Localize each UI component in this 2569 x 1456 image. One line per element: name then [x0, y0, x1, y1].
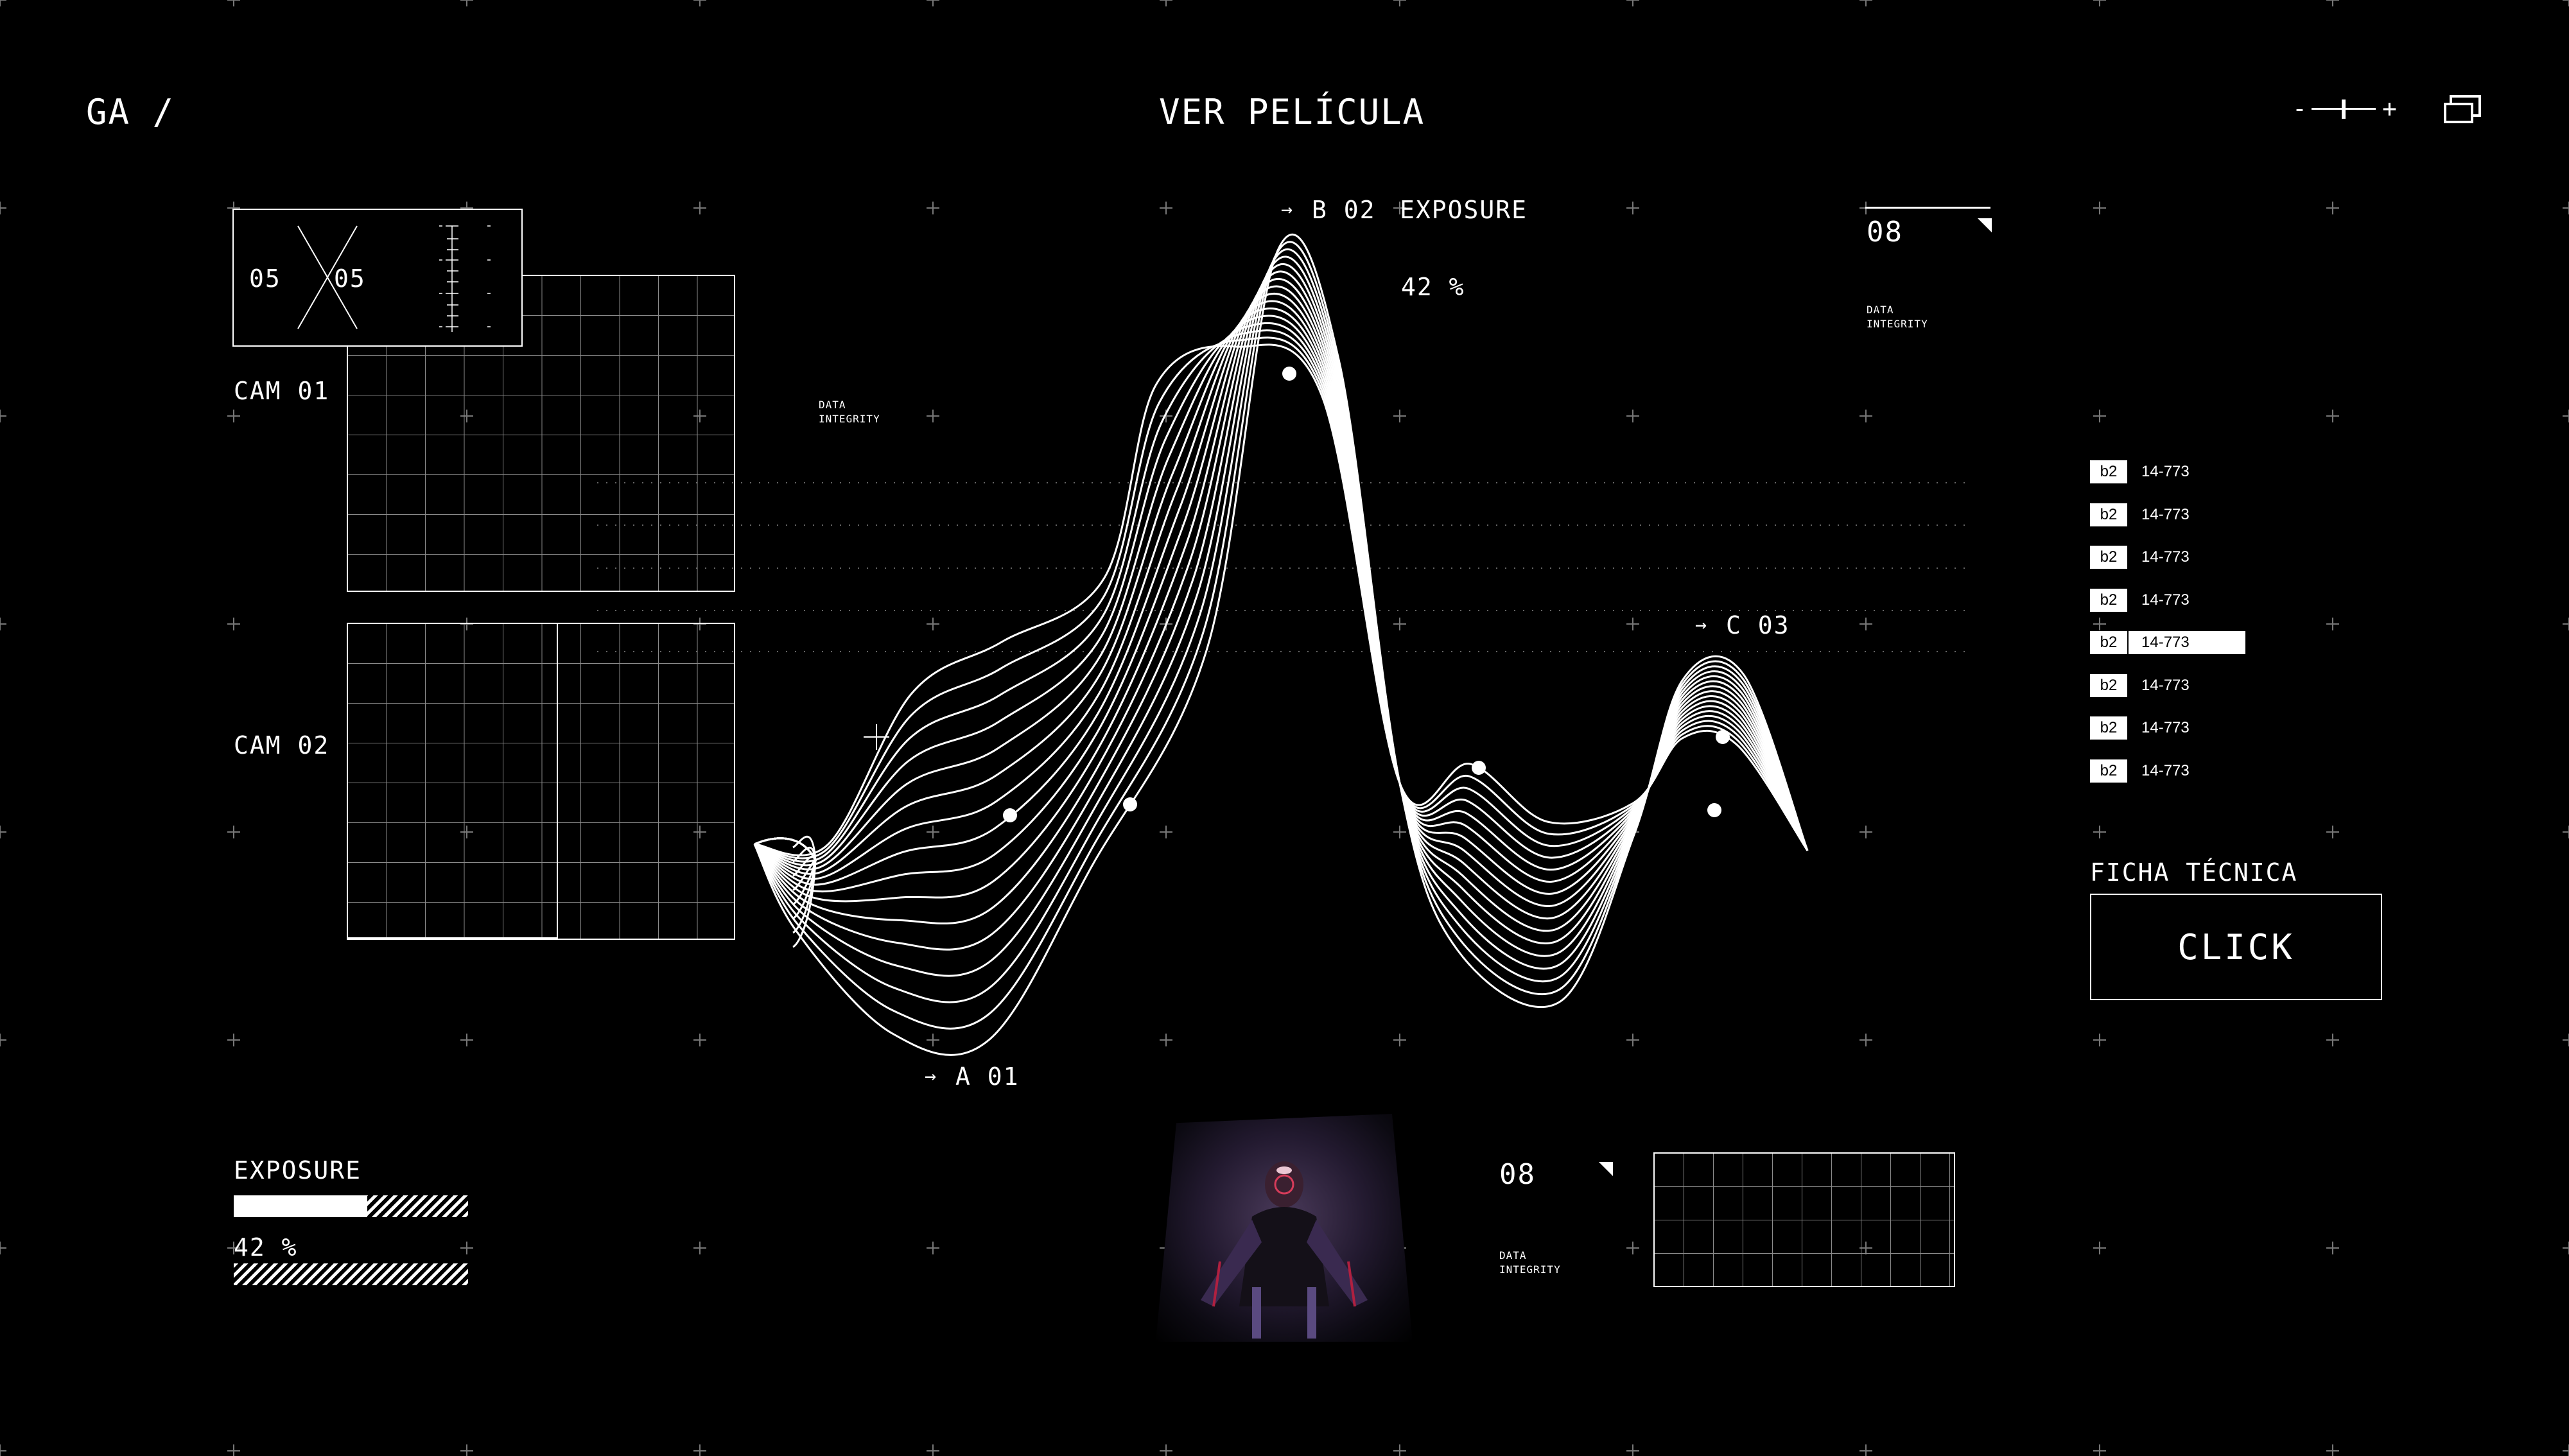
list-item[interactable]: b2 14-773: [2090, 503, 2251, 546]
cam-02-feed[interactable]: [347, 623, 735, 940]
list-item-tag: b2: [2090, 546, 2127, 569]
wave-line: [754, 292, 1809, 907]
cam-widget[interactable]: 05 05: [232, 209, 523, 347]
marker-b-label: B 02: [1312, 196, 1376, 224]
list-item-tag: b2: [2090, 588, 2127, 612]
top-right-value: 08: [1867, 216, 1903, 248]
wave-line: [753, 270, 1809, 944]
wave-line: [753, 263, 1809, 957]
corner-triangle-icon: [1599, 1162, 1613, 1176]
wave-line: [754, 300, 1809, 895]
panel-top-line: [1865, 207, 1990, 209]
click-button[interactable]: CLICK: [2090, 894, 2382, 1000]
wave-line: [753, 277, 1809, 932]
list-item-tag: b2: [2090, 460, 2127, 483]
cam-widget-right-value: 05: [334, 264, 366, 293]
list-item-code: 14-773: [2141, 676, 2190, 694]
wave-exposure-value: 42 %: [1401, 273, 1465, 301]
data-point-dot: [1003, 808, 1017, 822]
data-point-dot: [1707, 803, 1721, 817]
zoom-minus-button[interactable]: -: [2292, 96, 2308, 121]
list-item-tag: b2: [2090, 673, 2127, 697]
list-item-tag: b2: [2090, 759, 2127, 783]
page-title: VER PELÍCULA: [1159, 92, 1425, 132]
cam-02-label: CAM 02: [234, 731, 330, 759]
zoom-plus-button[interactable]: +: [2382, 96, 2398, 121]
wave-data-integrity: DATA INTEGRITY: [819, 399, 880, 426]
arrow-right-icon: →: [925, 1065, 938, 1088]
list-item-tag: b2: [2090, 716, 2127, 740]
marker-a-label: A 01: [955, 1062, 1020, 1091]
wave-line: [754, 343, 1809, 856]
wave-line: [754, 307, 1809, 883]
list-item[interactable]: b2 14-773: [2090, 546, 2251, 589]
exposure-label: EXPOSURE: [234, 1156, 362, 1184]
zoom-slider-handle[interactable]: [2342, 100, 2346, 119]
bottom-data-integrity: DATA INTEGRITY: [1499, 1249, 1561, 1276]
exposure-bar-secondary: [234, 1263, 468, 1285]
exposure-bar: [234, 1195, 468, 1217]
cam-widget-left-value: 05: [249, 264, 281, 293]
list-item-code: 14-773: [2141, 463, 2190, 480]
item-list: b2 14-773 b2 14-773 b2 14-773 b2 14-773 b2 14-773…: [2090, 460, 2251, 802]
list-item-code: 14-773: [2141, 548, 2190, 566]
wave-lines: [753, 233, 1809, 1056]
performer-photo[interactable]: [1156, 1114, 1413, 1342]
list-item[interactable]: b2 14-773: [2090, 588, 2251, 632]
ficha-title: FICHA TÉCNICA: [2090, 858, 2298, 887]
wave-line: [753, 241, 1809, 1030]
wave-line: [753, 248, 1809, 1003]
list-item-code: 14-773: [2141, 719, 2190, 736]
list-item-code: 14-773: [2129, 631, 2245, 654]
arrow-right-icon: →: [1281, 198, 1294, 221]
list-item-code: 14-773: [2141, 505, 2190, 523]
wave-line: [753, 233, 1809, 1056]
cam-02-divider: [557, 624, 558, 939]
list-item[interactable]: b2 14-773: [2090, 631, 2251, 674]
list-item[interactable]: b2 14-773: [2090, 673, 2251, 717]
exposure-value: 42 %: [234, 1233, 298, 1261]
window-icon[interactable]: [2443, 94, 2482, 125]
arrow-right-icon: →: [1695, 614, 1709, 636]
exposure-bar-fill: [234, 1195, 368, 1217]
wave-line: [753, 256, 1809, 977]
list-item-tag: b2: [2090, 631, 2127, 654]
wave-line: [754, 285, 1809, 920]
list-item-code: 14-773: [2141, 591, 2190, 609]
cam-01-label: CAM 01: [234, 377, 330, 405]
bottom-value: 08: [1499, 1158, 1536, 1191]
list-item[interactable]: b2 14-773: [2090, 716, 2251, 759]
list-item-tag: b2: [2090, 503, 2127, 526]
wave-exposure-label: EXPOSURE: [1400, 196, 1528, 224]
top-right-data-integrity: DATA INTEGRITY: [1867, 304, 1928, 331]
list-item-code: 14-773: [2141, 761, 2190, 779]
data-point-dot: [1716, 730, 1730, 744]
list-item[interactable]: b2 14-773: [2090, 759, 2251, 802]
data-point-dot: [1282, 367, 1296, 381]
marker-c-label: C 03: [1726, 611, 1790, 639]
data-point-dot: [1123, 797, 1137, 811]
cam-02-baseline: [348, 937, 558, 939]
corner-triangle-icon: [1978, 218, 1992, 232]
logo[interactable]: GA /: [86, 95, 175, 130]
zoom-control[interactable]: - +: [2292, 96, 2398, 122]
list-item[interactable]: b2 14-773: [2090, 460, 2251, 503]
top-right-panel: 08 DATA INTEGRITY: [1865, 207, 1994, 335]
data-point-dot: [1472, 761, 1486, 775]
bottom-grid-panel[interactable]: [1653, 1152, 1955, 1287]
